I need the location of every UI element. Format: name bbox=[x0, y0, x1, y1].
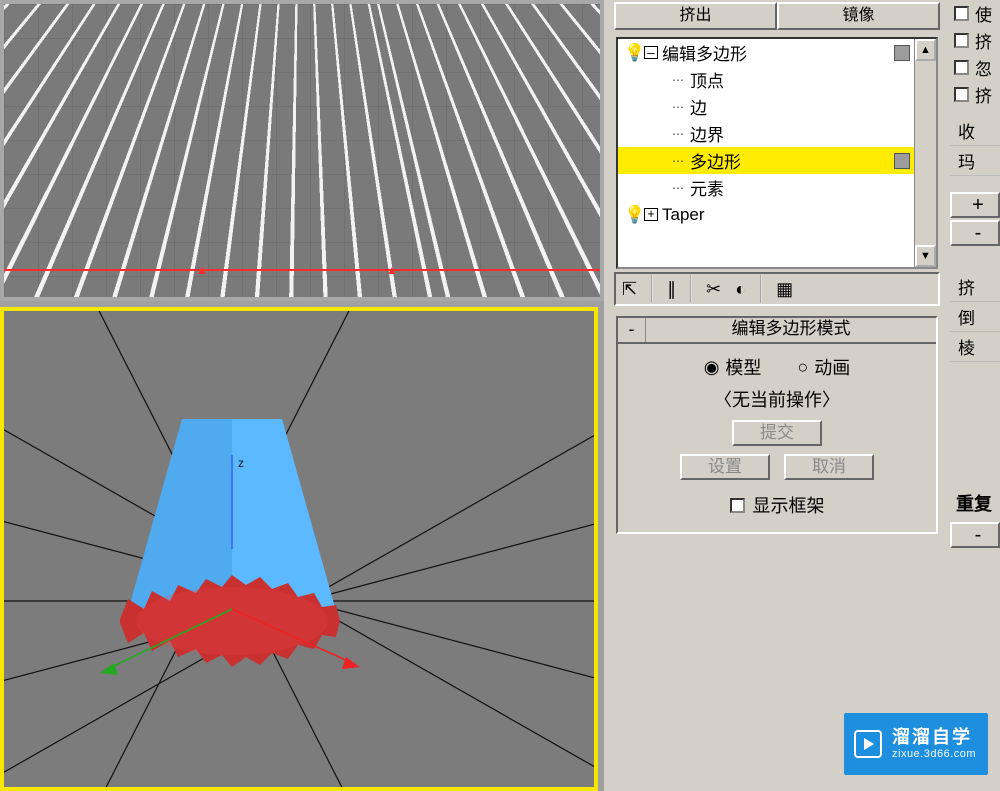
radio-model[interactable]: ◉模型 bbox=[704, 354, 762, 380]
modifier-root-label: 编辑多边形 bbox=[662, 40, 747, 65]
subobj-polygon[interactable]: ⋯多边形 bbox=[618, 147, 936, 174]
mirror-button[interactable]: 镜像 bbox=[777, 2, 940, 30]
viewport-area: ▲ ▲ bbox=[0, 0, 604, 791]
edit-poly-mode-rollup: - 编辑多边形模式 ◉模型 ○动画 〈无当前操作〉 提交 设置 取消 显示框架 bbox=[616, 316, 938, 534]
cone-wireframe bbox=[4, 0, 600, 301]
minus-button[interactable]: - bbox=[950, 220, 1000, 246]
brand-url: zixue.3d66.com bbox=[892, 748, 976, 760]
opt-check-1[interactable]: 挤 bbox=[950, 27, 1000, 54]
repeat-box[interactable]: - bbox=[950, 522, 1000, 548]
cancel-button[interactable]: 取消 bbox=[784, 454, 874, 480]
rollup-collapse-button[interactable]: - bbox=[618, 318, 646, 342]
opt-check-3[interactable]: 挤 bbox=[950, 81, 1000, 108]
lightbulb-icon[interactable]: 💡 bbox=[624, 205, 640, 225]
x-axis-line bbox=[4, 269, 600, 271]
configure-icon[interactable]: ▦ bbox=[776, 279, 793, 300]
no-current-op-label: 〈无当前操作〉 bbox=[618, 386, 936, 412]
cone-object[interactable]: z bbox=[100, 419, 360, 675]
pin-icon[interactable]: ⇱ bbox=[622, 279, 637, 300]
radio-animate[interactable]: ○动画 bbox=[797, 354, 850, 380]
subobj-element[interactable]: ⋯元素 bbox=[618, 174, 936, 201]
scissors-icon[interactable]: ✂ bbox=[706, 279, 721, 300]
stack-toolbar: ⇱ ∥ ✂ ◐ ▦ bbox=[614, 272, 940, 306]
viewport-wireframe[interactable]: ▲ ▲ bbox=[0, 0, 604, 301]
stack-scrollbar[interactable]: ▲ ▼ bbox=[914, 39, 936, 267]
opt-check-0[interactable]: 使 bbox=[950, 0, 1000, 27]
collapse-label: 收 bbox=[950, 116, 1000, 146]
opt-check-2[interactable]: 忽 bbox=[950, 54, 1000, 81]
z-label: z bbox=[238, 456, 244, 470]
show-cage-checkbox[interactable] bbox=[730, 498, 745, 513]
settings-button[interactable]: 设置 bbox=[680, 454, 770, 480]
make-unique-icon[interactable]: ◐ bbox=[735, 279, 746, 300]
right-item-edge[interactable]: 棱 bbox=[950, 332, 1000, 362]
command-panel: 挤出 镜像 💡 – 编辑多边形 ⋯顶点 ⋯边 ⋯边界 ⋯多边形 ⋯元素 💡 + … bbox=[604, 0, 950, 791]
ring-label: 玛 bbox=[950, 146, 1000, 176]
scroll-down-button[interactable]: ▼ bbox=[915, 245, 936, 267]
brand-watermark: 溜溜自学 zixue.3d66.com bbox=[844, 713, 988, 775]
repeat-heading: 重复 bbox=[950, 490, 1000, 516]
brand-name: 溜溜自学 bbox=[892, 728, 976, 748]
right-item-extrude[interactable]: 挤 bbox=[950, 272, 1000, 302]
subobj-vertex[interactable]: ⋯顶点 bbox=[618, 66, 936, 93]
subobj-color-swatch[interactable] bbox=[894, 153, 910, 169]
subobj-border[interactable]: ⋯边界 bbox=[618, 120, 936, 147]
axis-marker-left: ▲ bbox=[196, 263, 208, 277]
viewport-perspective[interactable]: z bbox=[0, 307, 598, 791]
plus-button[interactable]: + bbox=[950, 192, 1000, 218]
extrude-button[interactable]: 挤出 bbox=[614, 2, 777, 30]
modifier-taper-label: Taper bbox=[662, 205, 705, 225]
toolbar-separator bbox=[651, 275, 653, 303]
collapse-icon[interactable]: – bbox=[644, 46, 658, 59]
play-icon bbox=[854, 730, 882, 758]
toolbar-separator bbox=[690, 275, 692, 303]
expand-icon[interactable]: + bbox=[644, 208, 658, 221]
modifier-taper[interactable]: 💡 + Taper bbox=[618, 201, 936, 228]
modifier-stack[interactable]: 💡 – 编辑多边形 ⋯顶点 ⋯边 ⋯边界 ⋯多边形 ⋯元素 💡 + Taper … bbox=[616, 37, 938, 269]
axis-marker-right: ▲ bbox=[386, 263, 398, 277]
modifier-root-edit-poly[interactable]: 💡 – 编辑多边形 bbox=[618, 39, 936, 66]
rollup-title: 编辑多边形模式 bbox=[646, 318, 936, 342]
scroll-up-button[interactable]: ▲ bbox=[915, 39, 936, 61]
toolbar-separator bbox=[760, 275, 762, 303]
commit-button[interactable]: 提交 bbox=[732, 420, 822, 446]
show-end-result-icon[interactable]: ∥ bbox=[667, 279, 676, 300]
right-item-chamfer[interactable]: 倒 bbox=[950, 302, 1000, 332]
subobj-edge[interactable]: ⋯边 bbox=[618, 93, 936, 120]
right-sliver-panel: 使 挤 忽 挤 收 玛 + - 挤 倒 棱 重复 - bbox=[950, 0, 1000, 791]
modifier-color-swatch[interactable] bbox=[894, 45, 910, 61]
show-cage-label: 显示框架 bbox=[753, 492, 825, 518]
perspective-scene: z bbox=[4, 311, 598, 791]
lightbulb-icon[interactable]: 💡 bbox=[624, 43, 640, 63]
